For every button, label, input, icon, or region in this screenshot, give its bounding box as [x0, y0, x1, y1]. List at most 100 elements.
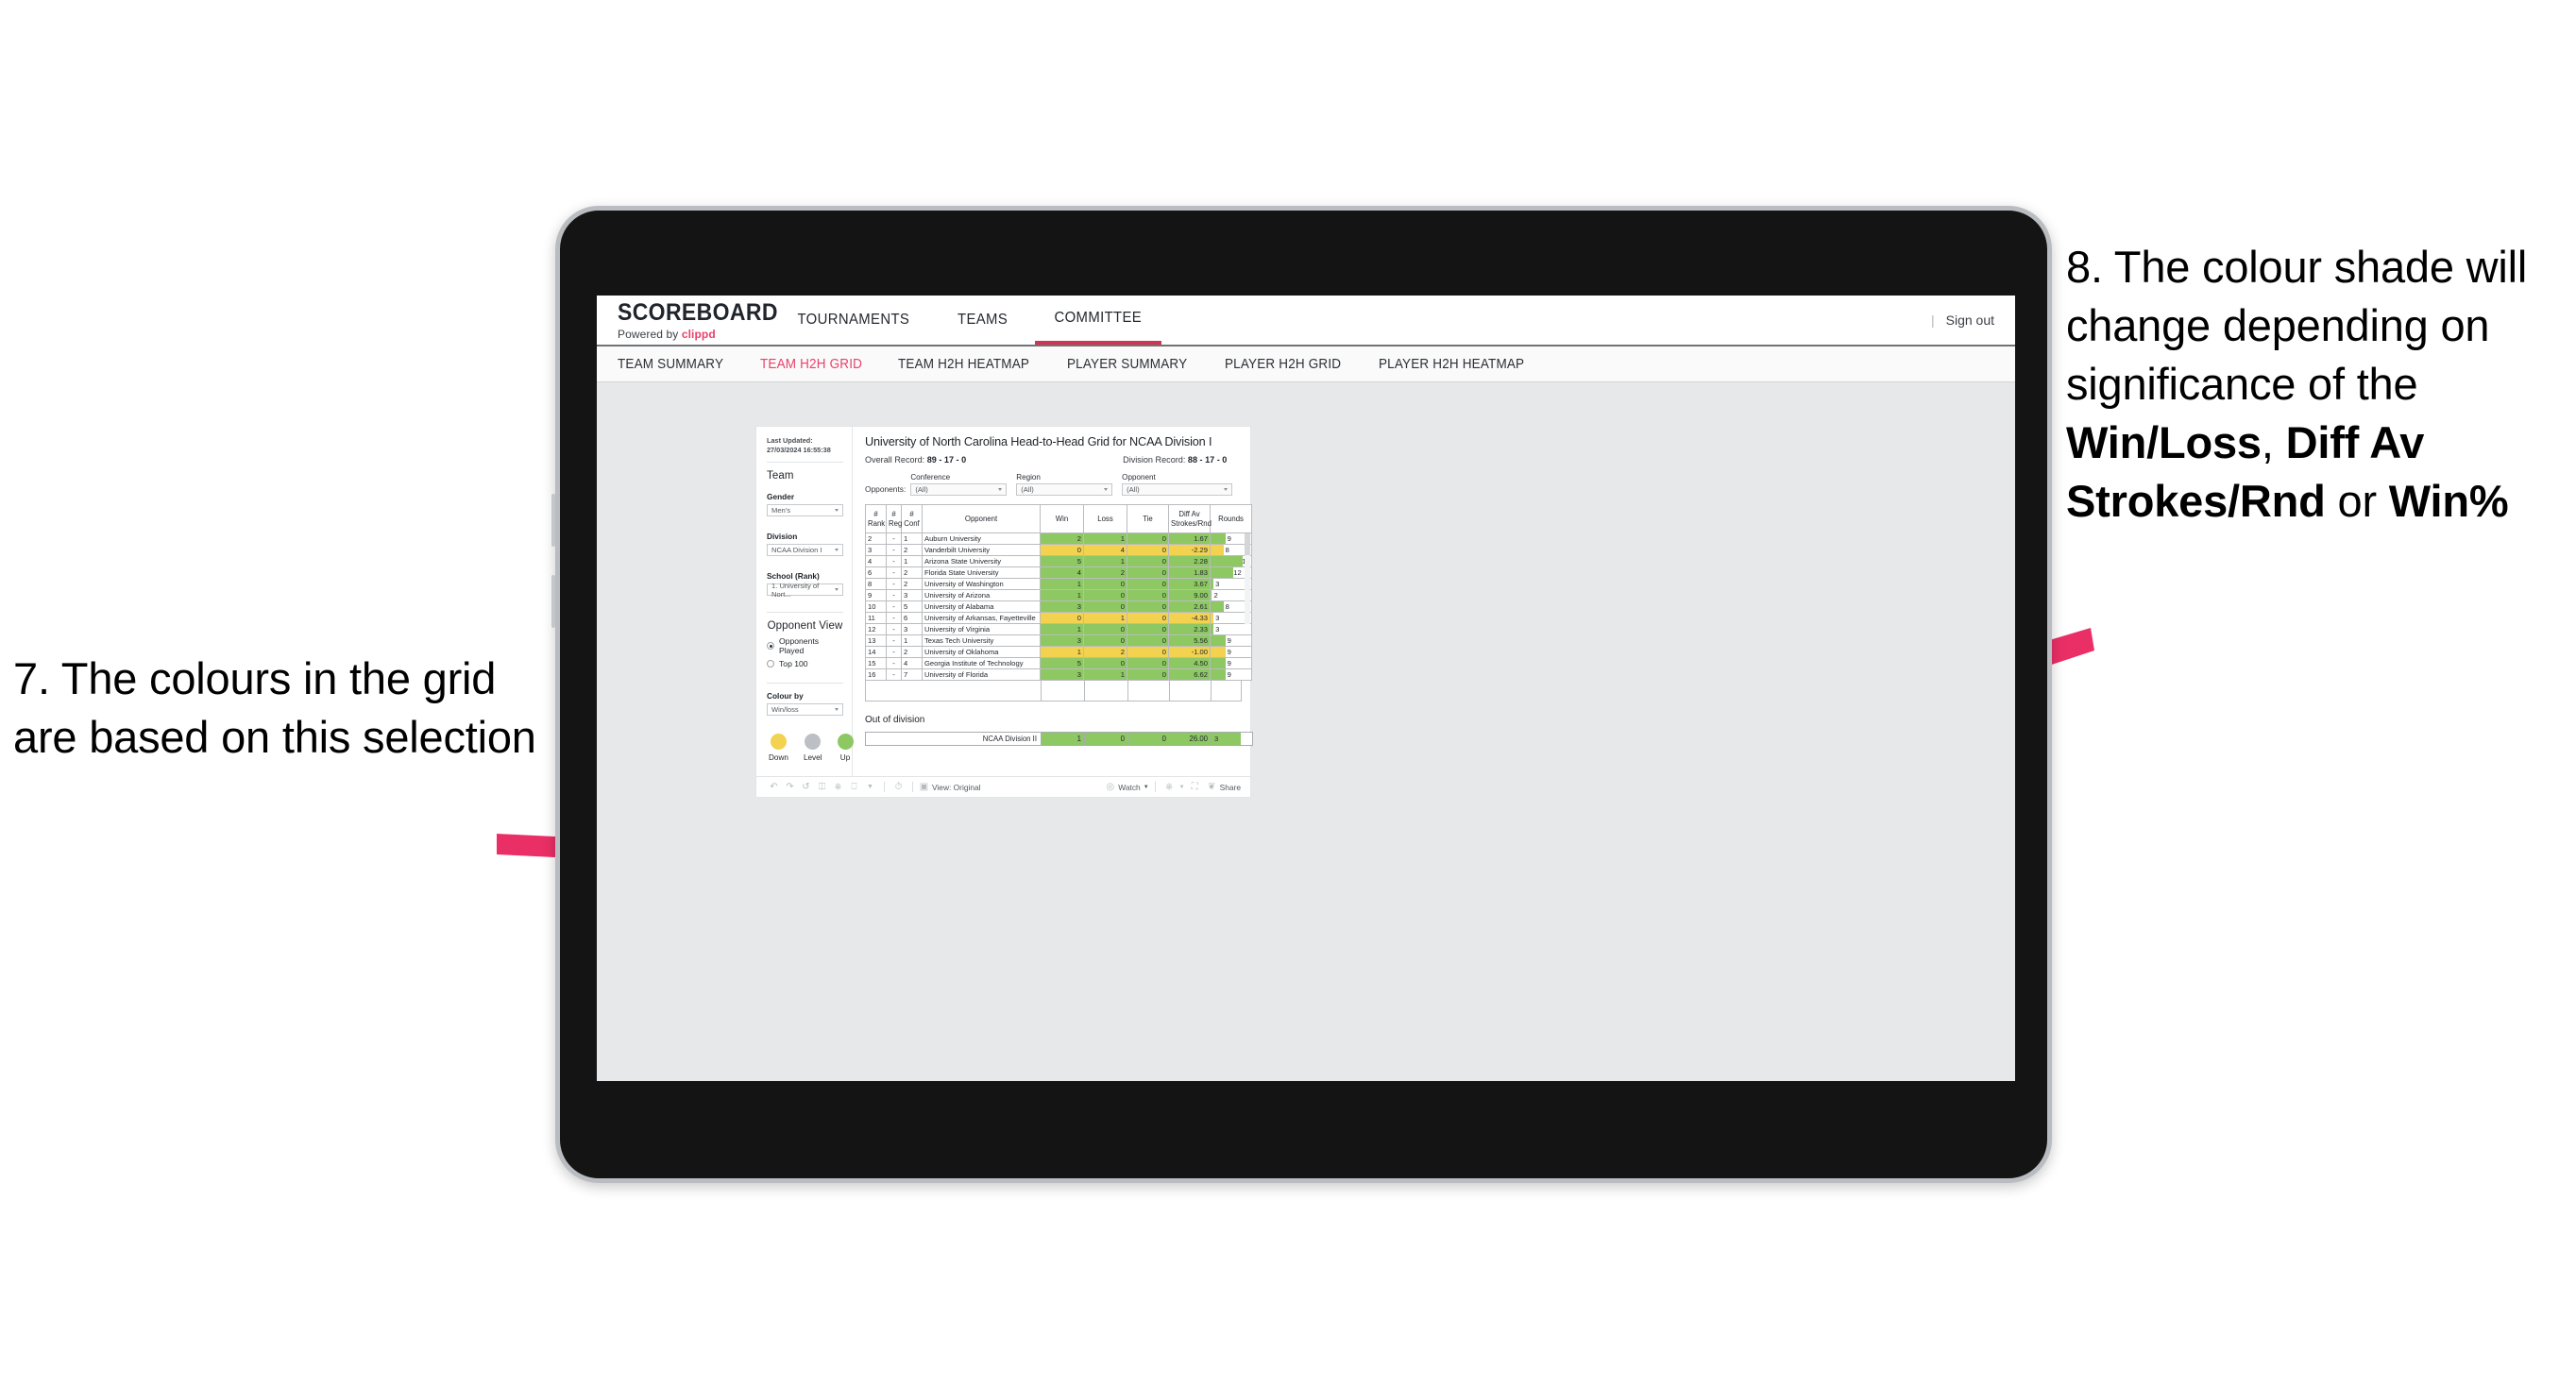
table-row[interactable]: 15-4 Georgia Institute of Technology 5 0 0 4.… [865, 657, 1252, 669]
legend-dot-up [837, 734, 854, 751]
shape-icon[interactable]: ⎕ [846, 782, 862, 792]
cell-rank: 4 [865, 555, 887, 567]
table-row[interactable]: 8-2 University of Washington 1 0 0 3.67 3 [865, 578, 1252, 590]
subnav-item-team-h2h-heatmap[interactable]: TEAM H2H HEATMAP [898, 357, 1029, 372]
last-updated: Last Updated: 27/03/2024 16:55:38 [767, 436, 843, 454]
cell-tie: 0 [1127, 578, 1169, 590]
filter-opponent-value: (All) [1127, 485, 1140, 494]
cell-rank: 9 [865, 589, 887, 601]
cell-win: 5 [1040, 657, 1084, 669]
download-icon[interactable]: ⎈ [1161, 782, 1178, 792]
subnav-item-player-h2h-grid[interactable]: PLAYER H2H GRID [1225, 357, 1341, 372]
dashboard-card: Last Updated: 27/03/2024 16:55:38 Team G… [756, 427, 1253, 797]
table-row[interactable]: 10-5 University of Alabama 3 0 0 2.61 8 [865, 600, 1252, 613]
legend-label-down: Down [769, 753, 788, 763]
filter-opponent-select[interactable]: (All) [1122, 483, 1233, 496]
main-nav: TOURNAMENTS TEAMS COMMITTEE [772, 296, 1165, 345]
table-row[interactable]: 16-7 University of Florida 3 1 0 6.62 9 [865, 668, 1252, 681]
gender-select[interactable]: Men's [767, 504, 843, 517]
filter-region: Region (All) [1016, 473, 1113, 496]
nav-item-teams[interactable]: TEAMS [938, 296, 1026, 345]
table-row[interactable]: 3-2 Vanderbilt University 0 4 0 -2.29 8 [865, 544, 1252, 556]
table-row[interactable]: 6-2 Florida State University 4 2 0 1.83 12 [865, 566, 1252, 579]
cell-win: 4 [1040, 566, 1084, 579]
tablet-screen: SCOREBOARD Powered by clippd TOURNAMENTS… [597, 296, 2015, 1081]
school-select[interactable]: 1. University of Nort... [767, 582, 843, 599]
legend-label-up: Up [839, 753, 851, 763]
out-of-division-title: Out of division [865, 715, 925, 725]
rounds-value: 9 [1227, 670, 1231, 679]
filter-conference-select[interactable]: (All) [910, 483, 1008, 496]
radio-icon [767, 660, 774, 668]
cell-opponent: Arizona State University [922, 555, 1041, 567]
undo-icon[interactable]: ↶ [766, 782, 782, 792]
colour-by-select[interactable]: Win/loss [767, 703, 843, 717]
sign-out-link[interactable]: Sign out [1946, 313, 1994, 328]
cell-tie: 0 [1127, 634, 1169, 647]
cell-loss: 1 [1083, 555, 1127, 567]
history-icon[interactable]: ⏱ [890, 782, 907, 792]
subnav-item-team-summary[interactable]: TEAM SUMMARY [618, 357, 723, 372]
app-header: SCOREBOARD Powered by clippd TOURNAMENTS… [597, 296, 2015, 346]
radio-top-100[interactable]: Top 100 [767, 659, 843, 668]
share-button[interactable]: ❦ Share [1207, 782, 1241, 792]
legend-item-down: Down [769, 734, 788, 762]
table-row[interactable]: 13-1 Texas Tech University 3 0 0 5.56 9 [865, 634, 1252, 647]
ood-win: 1 [1041, 732, 1085, 746]
divider [884, 782, 885, 792]
annotation-right-mid1: , [2261, 417, 2286, 468]
cell-win: 1 [1040, 589, 1084, 601]
table-row[interactable]: 14-2 University of Oklahoma 1 2 0 -1.00 9 [865, 646, 1252, 658]
cell-reg: - [886, 589, 902, 601]
chevron-down-icon [998, 488, 1003, 491]
caret-down-icon[interactable]: ▼ [1178, 785, 1187, 790]
cell-opponent: University of Oklahoma [922, 646, 1041, 658]
annotation-right-bold1: Win/Loss [2066, 417, 2262, 468]
table-row[interactable]: 4-1Arizona State University5102.2817 [865, 555, 1252, 567]
table-row[interactable]: 9-3 University of Arizona 1 0 0 9.00 2 [865, 589, 1252, 601]
dashboard-canvas: Last Updated: 27/03/2024 16:55:38 Team G… [597, 382, 2015, 1081]
radio-opponents-played[interactable]: Opponents Played [767, 636, 843, 655]
ood-name: NCAA Division II [865, 732, 1042, 746]
out-of-division-table: NCAA Division II 1 0 0 26.00 3 [865, 732, 1253, 746]
cell-reg: - [886, 634, 902, 647]
header-separator: | [1930, 313, 1935, 328]
subnav-item-player-h2h-heatmap[interactable]: PLAYER H2H HEATMAP [1379, 357, 1524, 372]
caret-down-icon: ▼ [1143, 784, 1149, 790]
cell-conf: 5 [901, 600, 923, 613]
pause-icon[interactable]: ⎈ [830, 782, 846, 792]
annotation-right-bold3: Win% [2388, 476, 2509, 527]
division-select[interactable]: NCAA Division I [767, 544, 843, 557]
table-row[interactable]: 11-6 University of Arkansas, Fayetteville… [865, 612, 1252, 624]
cell-conf: 7 [901, 668, 923, 681]
cell-loss: 0 [1083, 589, 1127, 601]
cell-diff: 6.62 [1168, 668, 1211, 681]
cell-win: 3 [1040, 668, 1084, 681]
refresh-icon[interactable]: ⎅ [814, 782, 830, 792]
table-row[interactable]: 2-1 Auburn University 2 1 0 1.67 9 [865, 532, 1252, 545]
table-scrollbar-thumb[interactable] [1245, 533, 1250, 555]
gender-label: Gender [767, 492, 795, 502]
division-record-value: 88 - 17 - 0 [1187, 455, 1228, 465]
cell-diff: 2.33 [1168, 623, 1211, 635]
annotation-left: 7. The colours in the grid are based on … [13, 650, 542, 767]
cell-loss: 0 [1083, 623, 1127, 635]
nav-item-committee[interactable]: COMMITTEE [1034, 296, 1161, 345]
share-label: Share [1219, 782, 1241, 792]
divider [912, 782, 913, 792]
filter-opponent-label: Opponent [1122, 473, 1156, 482]
subnav-item-player-summary[interactable]: PLAYER SUMMARY [1067, 357, 1187, 372]
brand-logo: SCOREBOARD Powered by clippd [597, 296, 777, 345]
caret-down-icon[interactable]: ▼ [862, 784, 878, 790]
table-row[interactable]: 12-3 University of Virginia 1 0 0 2.33 3 [865, 623, 1252, 635]
revert-icon[interactable]: ↺ [798, 782, 814, 792]
fullscreen-icon[interactable]: ⛶ [1187, 782, 1203, 792]
redo-icon[interactable]: ↷ [782, 782, 798, 792]
watch-button[interactable]: ◎ Watch ▼ [1105, 782, 1148, 792]
filter-region-select[interactable]: (All) [1016, 483, 1113, 496]
subnav-item-team-h2h-grid[interactable]: TEAM H2H GRID [760, 357, 862, 372]
nav-item-tournaments[interactable]: TOURNAMENTS [778, 296, 929, 345]
col-loss: Loss [1083, 504, 1127, 533]
records-row: Overall Record: 89 - 17 - 0 Division Rec… [865, 455, 1242, 465]
view-original-button[interactable]: ▣ View: Original [919, 782, 981, 792]
